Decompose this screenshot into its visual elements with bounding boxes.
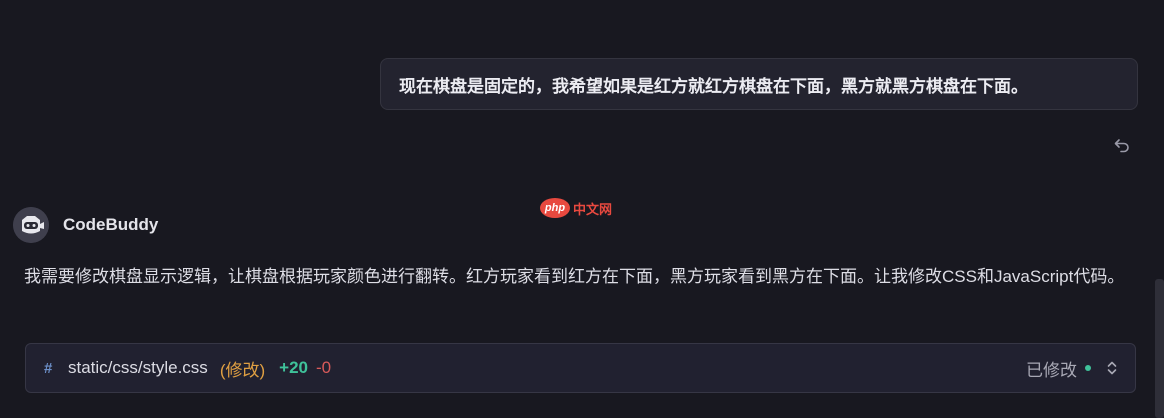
file-change-card[interactable]: # static/css/style.css (修改) +20 -0 已修改 xyxy=(25,343,1136,393)
watermark: php 中文网 xyxy=(540,198,612,218)
avatar xyxy=(13,207,49,243)
modified-label: 已修改 xyxy=(1026,360,1077,380)
lines-removed: -0 xyxy=(315,358,332,377)
bot-avatar-icon xyxy=(13,207,49,243)
scrollbar-thumb[interactable] xyxy=(1155,279,1164,418)
user-message-bubble: 现在棋盘是固定的，我希望如果是红方就红方棋盘在下面，黑方就黑方棋盘在下面。 xyxy=(380,58,1138,110)
file-path: static/css/style.css xyxy=(68,358,208,377)
undo-icon xyxy=(1114,139,1129,153)
chevron-up-down-icon xyxy=(1107,361,1117,375)
assistant-name: CodeBuddy xyxy=(63,215,159,234)
expand-toggle[interactable] xyxy=(1105,358,1119,378)
watermark-logo: php xyxy=(540,198,570,218)
assistant-message-text: 我需要修改棋盘显示逻辑，让棋盘根据玩家颜色进行翻转。红方玩家看到红方在下面，黑方… xyxy=(24,267,1125,286)
hash-icon: # xyxy=(44,359,53,377)
assistant-header: CodeBuddy xyxy=(13,207,158,243)
file-status: (修改) xyxy=(219,360,266,380)
watermark-text: 中文网 xyxy=(573,201,613,217)
chat-panel: 现在棋盘是固定的，我希望如果是红方就红方棋盘在下面，黑方就黑方棋盘在下面。 ph… xyxy=(0,0,1164,418)
user-message-text: 现在棋盘是固定的，我希望如果是红方就红方棋盘在下面，黑方就黑方棋盘在下面。 xyxy=(399,76,1028,96)
undo-button[interactable] xyxy=(1110,133,1134,157)
lines-added: +20 xyxy=(279,358,308,377)
status-dot-icon xyxy=(1085,365,1091,371)
